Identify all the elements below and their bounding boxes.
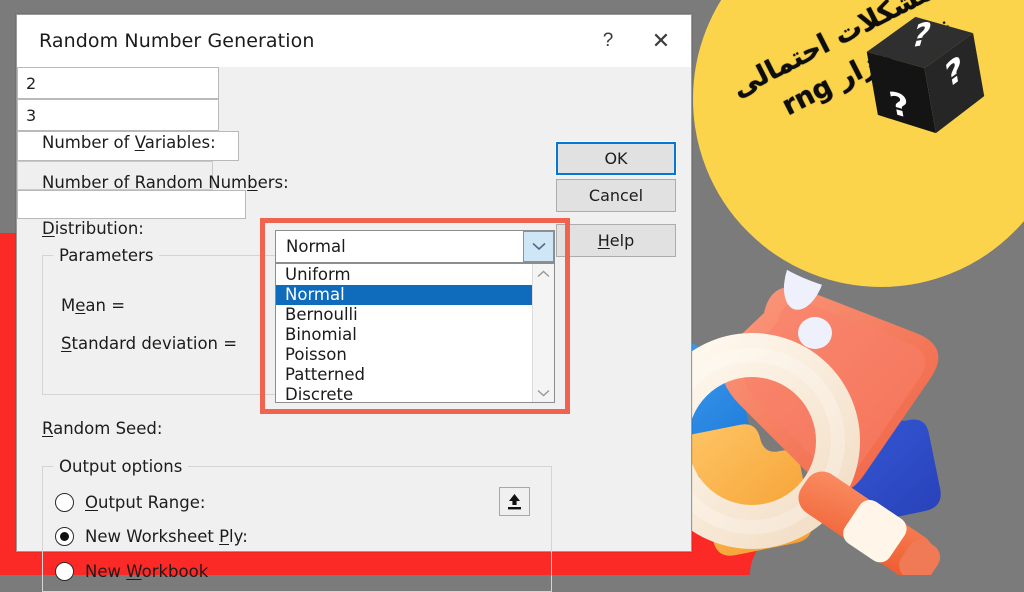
- range-picker-button[interactable]: [499, 487, 530, 516]
- lbl-pre-2: Number of Random Num: [42, 173, 248, 192]
- list-item[interactable]: Bernoulli: [276, 305, 532, 325]
- close-icon[interactable]: ✕: [631, 15, 691, 67]
- list-item[interactable]: Poisson: [276, 345, 532, 365]
- scroll-down-icon[interactable]: [537, 386, 550, 399]
- number-of-random-numbers-input[interactable]: 3: [17, 99, 219, 131]
- mean-pre: M: [61, 296, 76, 315]
- distribution-selected-value: Normal: [286, 237, 346, 256]
- dialog-body: Number of Variables: 2 Number of Random …: [17, 67, 691, 592]
- lbl-post-1: ariables:: [144, 133, 216, 152]
- lbl-key-2: b: [247, 173, 258, 192]
- radio-new-worksheet-ply[interactable]: New Worksheet Ply:: [55, 527, 248, 546]
- nwb-post: orkbook: [141, 562, 209, 581]
- ok-button[interactable]: OK: [555, 141, 677, 176]
- radio-new-workbook-circle[interactable]: [55, 562, 74, 581]
- list-item[interactable]: Normal: [276, 285, 532, 305]
- radio-new-workbook[interactable]: New Workbook: [55, 562, 208, 581]
- sd-post: tandard deviation =: [71, 334, 238, 353]
- help-button-label: elp: [609, 231, 635, 250]
- help-titlebar-icon[interactable]: ?: [585, 15, 631, 67]
- radio-output-range[interactable]: Output Range:: [55, 493, 205, 512]
- help-button[interactable]: Help: [556, 224, 676, 257]
- list-item[interactable]: Binomial: [276, 325, 532, 345]
- mean-key: e: [75, 296, 86, 315]
- nwp-pre: New Worksheet: [85, 527, 220, 546]
- number-of-variables-input[interactable]: 2: [17, 67, 219, 99]
- nwp-post: ly:: [229, 527, 248, 546]
- collapse-dialog-icon: [508, 494, 521, 510]
- number-of-variables-label: Number of Variables:: [42, 133, 216, 152]
- sd-key: S: [61, 334, 72, 353]
- seed-post: andom Seed:: [53, 419, 163, 438]
- radio-new-worksheet-ply-circle[interactable]: [55, 527, 74, 546]
- distribution-label: Distribution:: [42, 219, 144, 238]
- distribution-listbox[interactable]: Uniform Normal Bernoulli Binomial Poisso…: [275, 263, 555, 405]
- lbl-post-3: istribution:: [54, 219, 144, 238]
- lbl-key-3: D: [42, 219, 55, 238]
- parameters-group-title: Parameters: [53, 246, 160, 265]
- list-item[interactable]: Discrete: [276, 385, 532, 405]
- list-item[interactable]: Patterned: [276, 365, 532, 385]
- or-post: utput Range:: [98, 493, 206, 512]
- distribution-combobox[interactable]: Normal: [275, 230, 555, 263]
- or-key: O: [85, 493, 98, 512]
- seed-key: R: [42, 419, 54, 438]
- question-dice-icon: ? ? ?: [866, 16, 985, 134]
- titlebar-buttons: ? ✕: [585, 15, 691, 67]
- listbox-scrollbar[interactable]: [532, 264, 554, 402]
- help-button-key: H: [597, 231, 610, 250]
- radio-output-range-circle[interactable]: [55, 493, 74, 512]
- nwb-key: W: [126, 562, 142, 581]
- nwp-key: P: [219, 527, 230, 546]
- random-seed-label: Random Seed:: [42, 419, 162, 438]
- scroll-up-icon[interactable]: [537, 267, 550, 280]
- standard-deviation-label: Standard deviation =: [61, 334, 237, 353]
- ok-button-label: OK: [604, 149, 628, 168]
- distribution-options: Uniform Normal Bernoulli Binomial Poisso…: [276, 264, 532, 405]
- list-item[interactable]: Uniform: [276, 265, 532, 285]
- mean-post: an =: [85, 296, 126, 315]
- lbl-pre-1: Number of: [42, 133, 135, 152]
- cancel-button-label: Cancel: [588, 186, 644, 205]
- dialog-titlebar: Random Number Generation ? ✕: [17, 15, 691, 67]
- lbl-post-2: ers:: [257, 173, 289, 192]
- chevron-down-icon[interactable]: [523, 231, 554, 262]
- nwb-pre: New: [85, 562, 127, 581]
- dialog-title: Random Number Generation: [39, 30, 315, 52]
- new-worksheet-ply-input[interactable]: [17, 190, 246, 219]
- output-options-group-title: Output options: [53, 457, 189, 476]
- number-of-random-numbers-label: Number of Random Numbers:: [42, 173, 289, 192]
- lbl-key-1: V: [134, 133, 145, 152]
- random-number-generation-dialog: Random Number Generation ? ✕ Number of V…: [16, 14, 692, 592]
- cancel-button[interactable]: Cancel: [556, 179, 676, 212]
- mean-label: Mean =: [61, 296, 125, 315]
